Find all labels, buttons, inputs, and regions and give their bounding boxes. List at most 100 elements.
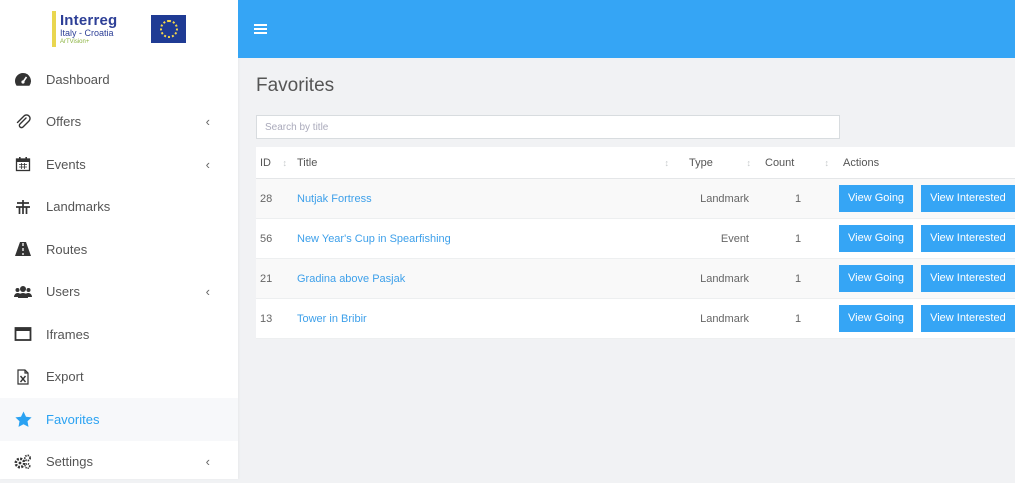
sidebar-item-dashboard[interactable]: Dashboard [0, 58, 238, 101]
sidebar-item-export[interactable]: Export [0, 356, 238, 399]
sidebar-item-favorites[interactable]: Favorites [0, 398, 238, 441]
sort-icon: ↕ [747, 158, 752, 168]
cell-title: Tower in Bribir [293, 299, 675, 339]
chevron-left-icon: ‹ [206, 284, 210, 299]
cell-count: 1 [757, 219, 835, 259]
top-header-bar [238, 0, 1015, 58]
column-header-type[interactable]: Type ↕ [675, 147, 757, 179]
cell-title: Nutjak Fortress [293, 179, 675, 219]
column-header-id[interactable]: ID ↕ [256, 147, 293, 179]
cell-id: 28 [256, 179, 293, 219]
view-going-button[interactable]: View Going [839, 265, 913, 292]
cell-type: Landmark [675, 259, 757, 299]
view-interested-button[interactable]: View Interested [921, 225, 1015, 252]
view-interested-button[interactable]: View Interested [921, 185, 1015, 212]
column-label: ID [260, 157, 271, 169]
cell-actions: View Going View Interested [835, 299, 1015, 339]
chevron-left-icon: ‹ [206, 114, 210, 129]
search-input[interactable] [256, 115, 840, 139]
interreg-logo[interactable]: Interreg Italy - Croatia ArTVision+ [52, 9, 186, 49]
sidebar-item-label: Users [46, 284, 80, 299]
star-icon [13, 409, 33, 429]
sidebar-item-events[interactable]: Events ‹ [0, 143, 238, 186]
sidebar-item-label: Settings [46, 454, 93, 469]
sidebar-item-label: Offers [46, 114, 81, 129]
column-label: Count [765, 157, 794, 169]
chevron-left-icon: ‹ [206, 157, 210, 172]
title-link[interactable]: New Year's Cup in Spearfishing [297, 233, 451, 245]
calendar-icon [13, 154, 33, 174]
view-going-button[interactable]: View Going [839, 305, 913, 332]
sidebar-item-label: Export [46, 369, 84, 384]
sort-icon: ↕ [825, 158, 830, 168]
cell-type: Landmark [675, 299, 757, 339]
column-header-title[interactable]: Title ↕ [293, 147, 675, 179]
column-label: Title [297, 157, 317, 169]
cell-title: New Year's Cup in Spearfishing [293, 219, 675, 259]
table-row: 28 Nutjak Fortress Landmark 1 View Going… [256, 179, 1015, 219]
cell-count: 1 [757, 259, 835, 299]
cell-count: 1 [757, 299, 835, 339]
sort-icon: ↕ [283, 158, 288, 168]
view-interested-button[interactable]: View Interested [921, 265, 1015, 292]
title-link[interactable]: Gradina above Pasjak [297, 273, 405, 285]
sidebar-item-label: Favorites [46, 412, 99, 427]
table-row: 13 Tower in Bribir Landmark 1 View Going… [256, 299, 1015, 339]
cell-actions: View Going View Interested [835, 179, 1015, 219]
sidebar: Interreg Italy - Croatia ArTVision+ Dash… [0, 0, 238, 479]
logo-stripe [52, 11, 56, 47]
tachometer-icon [13, 69, 33, 89]
logo-text: Interreg Italy - Croatia ArTVision+ [60, 13, 141, 45]
title-link[interactable]: Tower in Bribir [297, 313, 367, 325]
sidebar-item-label: Dashboard [46, 72, 110, 87]
cell-id: 13 [256, 299, 293, 339]
sidebar-item-label: Routes [46, 242, 87, 257]
sidebar-item-offers[interactable]: Offers ‹ [0, 101, 238, 144]
cell-count: 1 [757, 179, 835, 219]
sidebar-nav: Dashboard Offers ‹ Events ‹ Landmarks [0, 58, 238, 483]
landmark-icon [13, 197, 33, 217]
sidebar-item-label: Iframes [46, 327, 89, 342]
column-label: Actions [843, 157, 879, 169]
sidebar-item-routes[interactable]: Routes [0, 228, 238, 271]
view-going-button[interactable]: View Going [839, 225, 913, 252]
title-link[interactable]: Nutjak Fortress [297, 193, 372, 205]
cell-actions: View Going View Interested [835, 219, 1015, 259]
sidebar-item-landmarks[interactable]: Landmarks [0, 186, 238, 229]
cell-title: Gradina above Pasjak [293, 259, 675, 299]
cogs-icon [13, 452, 33, 472]
column-header-count[interactable]: Count ↕ [757, 147, 835, 179]
excel-file-icon [13, 367, 33, 387]
sidebar-item-settings[interactable]: Settings ‹ [0, 441, 238, 483]
cell-id: 21 [256, 259, 293, 299]
logo-area: Interreg Italy - Croatia ArTVision+ [0, 0, 238, 58]
cell-actions: View Going View Interested [835, 259, 1015, 299]
sort-icon: ↕ [665, 158, 670, 168]
table-header-row: ID ↕ Title ↕ Type ↕ Count ↕ Actions [256, 147, 1015, 179]
page-title: Favorites [256, 75, 334, 97]
view-interested-button[interactable]: View Interested [921, 305, 1015, 332]
column-label: Type [689, 157, 713, 169]
logo-name: Interreg [60, 13, 141, 28]
cell-type: Landmark [675, 179, 757, 219]
sidebar-item-label: Landmarks [46, 199, 110, 214]
table-row: 56 New Year's Cup in Spearfishing Event … [256, 219, 1015, 259]
sidebar-item-iframes[interactable]: Iframes [0, 313, 238, 356]
logo-tagline: ArTVision+ [60, 39, 141, 45]
chevron-left-icon: ‹ [206, 454, 210, 469]
users-icon [13, 282, 33, 302]
road-icon [13, 239, 33, 259]
eu-flag-icon [151, 15, 186, 43]
table-row: 21 Gradina above Pasjak Landmark 1 View … [256, 259, 1015, 299]
cell-id: 56 [256, 219, 293, 259]
window-icon [13, 324, 33, 344]
sidebar-item-users[interactable]: Users ‹ [0, 271, 238, 314]
column-header-actions: Actions [835, 147, 1015, 179]
favorites-table: ID ↕ Title ↕ Type ↕ Count ↕ Actions 28 Nutja… [256, 147, 1015, 339]
hamburger-menu-icon[interactable] [254, 24, 267, 34]
view-going-button[interactable]: View Going [839, 185, 913, 212]
sidebar-item-label: Events [46, 157, 86, 172]
paperclip-icon [13, 112, 33, 132]
logo-subtitle: Italy - Croatia [60, 29, 141, 38]
cell-type: Event [675, 219, 757, 259]
